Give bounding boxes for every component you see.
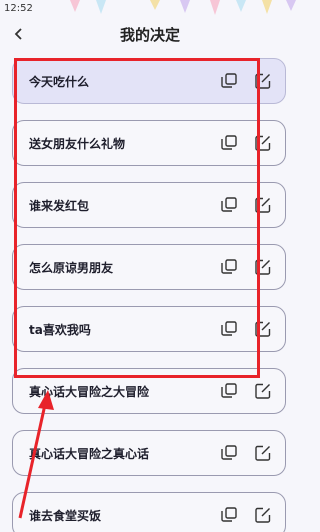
edit-icon: [255, 135, 271, 151]
decision-card[interactable]: 真心话大冒险之大冒险: [12, 368, 286, 414]
copy-icon: [221, 197, 237, 212]
copy-button[interactable]: [219, 195, 239, 215]
edit-button[interactable]: [253, 443, 273, 463]
decision-title: 谁来发红包: [29, 198, 90, 213]
decision-title: ta喜欢我吗: [29, 322, 91, 337]
decision-card[interactable]: 怎么原谅男朋友: [12, 244, 286, 290]
decision-card[interactable]: 送女朋友什么礼物: [12, 120, 286, 166]
edit-button[interactable]: [253, 381, 273, 401]
decision-card[interactable]: ta喜欢我吗: [12, 306, 286, 352]
decision-title: 今天吃什么: [29, 74, 90, 89]
decision-title: 真心话大冒险之真心话: [29, 446, 150, 461]
decision-title: 怎么原谅男朋友: [29, 260, 114, 275]
decision-title: 送女朋友什么礼物: [29, 136, 126, 151]
edit-icon: [255, 321, 271, 337]
decision-list: 今天吃什么送女朋友什么礼物 谁来发红包怎么原谅男朋友 ta喜欢我吗真心话大冒险之大冒…: [12, 58, 286, 532]
edit-button[interactable]: [253, 133, 273, 153]
decision-title: 真心话大冒险之大冒险: [29, 384, 150, 399]
decision-card[interactable]: 谁去食堂买饭: [12, 492, 286, 532]
edit-icon: [255, 259, 271, 275]
copy-icon: [221, 507, 237, 522]
edit-icon: [255, 73, 271, 89]
copy-icon: [221, 383, 237, 398]
edit-icon: [255, 197, 271, 213]
copy-button[interactable]: [219, 505, 239, 525]
page-title: 我的决定: [119, 25, 180, 44]
edit-icon: [255, 507, 271, 523]
decision-card[interactable]: 谁来发红包: [12, 182, 286, 228]
copy-button[interactable]: [219, 381, 239, 401]
copy-icon: [221, 321, 237, 336]
copy-icon: [221, 445, 237, 460]
edit-button[interactable]: [253, 505, 273, 525]
decision-title: 谁去食堂买饭: [29, 508, 102, 523]
copy-button[interactable]: [219, 257, 239, 277]
decision-card[interactable]: 今天吃什么: [12, 58, 286, 104]
edit-button[interactable]: [253, 195, 273, 215]
copy-button[interactable]: [219, 71, 239, 91]
status-time: 12:52: [4, 2, 33, 14]
copy-icon: [221, 135, 237, 150]
edit-button[interactable]: [253, 319, 273, 339]
edit-button[interactable]: [253, 257, 273, 277]
app-header: 我的决定: [0, 16, 300, 52]
edit-button[interactable]: [253, 71, 273, 91]
copy-icon: [221, 259, 237, 274]
copy-button[interactable]: [219, 443, 239, 463]
back-button[interactable]: [6, 21, 32, 47]
status-bar: 12:52: [0, 0, 300, 16]
copy-icon: [221, 73, 237, 88]
edit-icon: [255, 383, 271, 399]
decision-card[interactable]: 真心话大冒险之真心话: [12, 430, 286, 476]
chevron-left-icon: [14, 28, 22, 40]
copy-button[interactable]: [219, 133, 239, 153]
edit-icon: [255, 445, 271, 461]
copy-button[interactable]: [219, 319, 239, 339]
